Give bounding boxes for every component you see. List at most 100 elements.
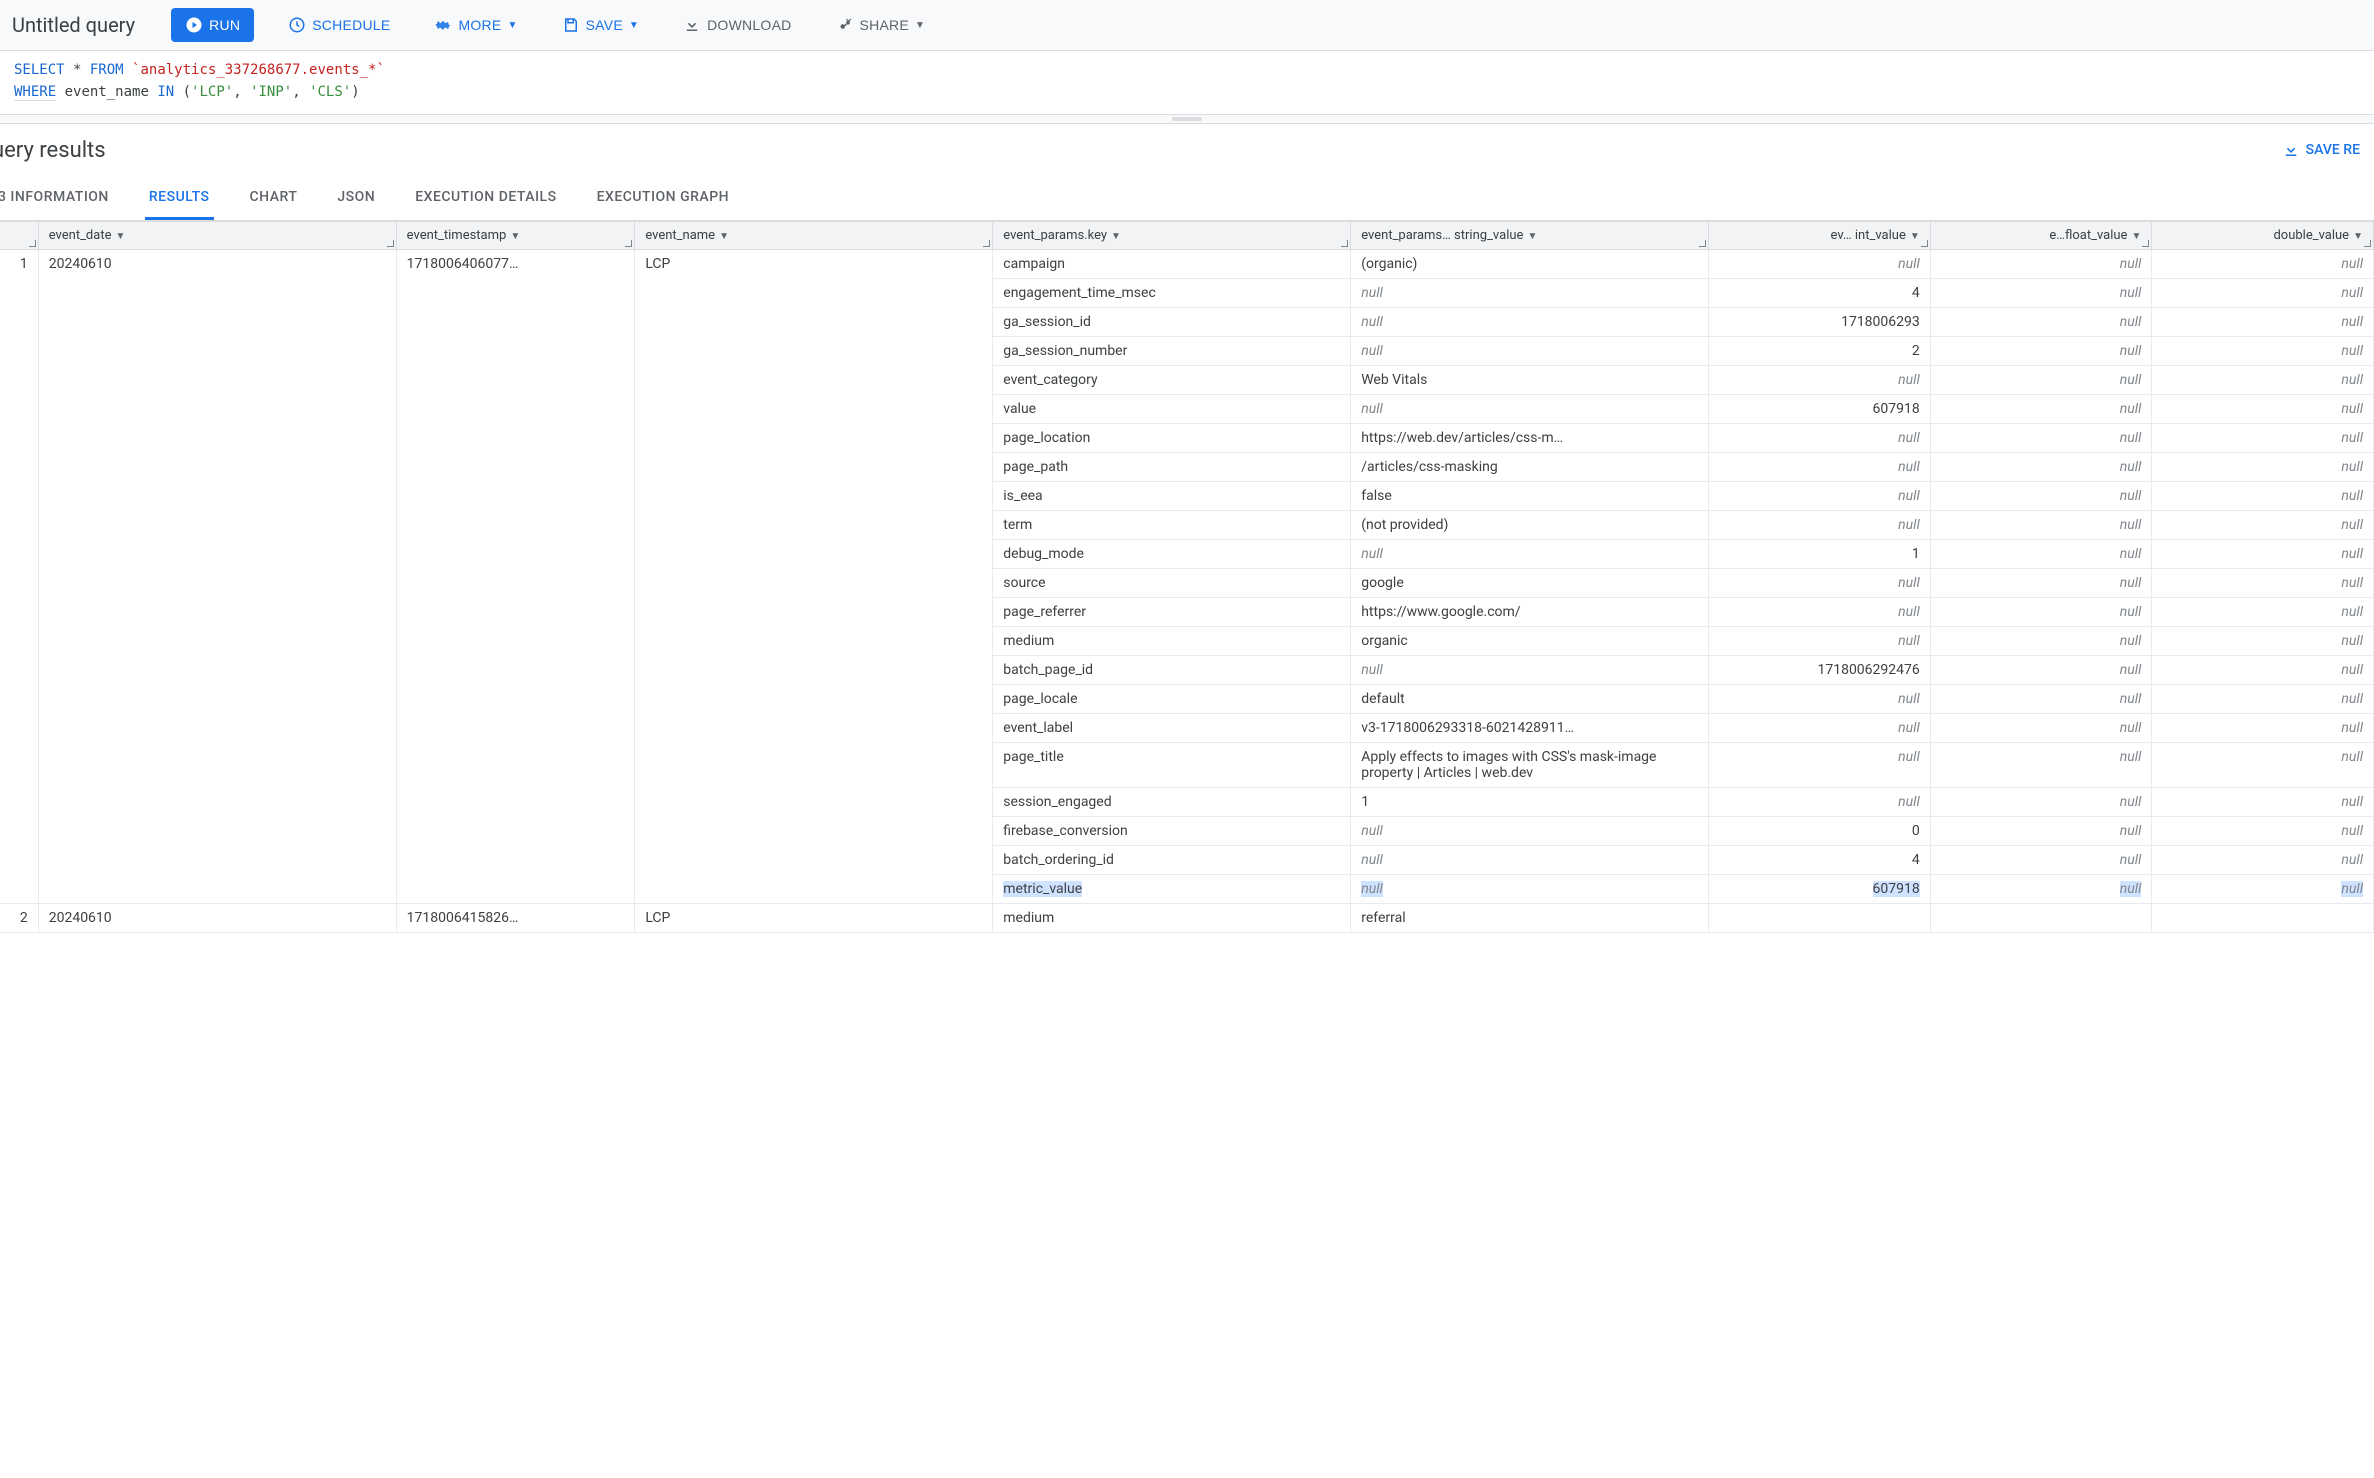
table-cell[interactable]: page_location xyxy=(993,423,1351,452)
table-cell[interactable]: default xyxy=(1351,684,1709,713)
table-cell[interactable]: page_locale xyxy=(993,684,1351,713)
table-cell[interactable]: null xyxy=(1930,394,2152,423)
table-cell[interactable]: medium xyxy=(993,903,1351,932)
table-cell[interactable]: page_title xyxy=(993,742,1351,787)
column-menu-icon[interactable]: ▼ xyxy=(1910,231,1920,242)
table-cell[interactable]: batch_page_id xyxy=(993,655,1351,684)
table-cell[interactable]: null xyxy=(1930,626,2152,655)
table-cell[interactable]: null xyxy=(2152,655,2374,684)
table-cell[interactable]: null xyxy=(1930,655,2152,684)
table-cell[interactable]: null xyxy=(1930,510,2152,539)
table-cell[interactable]: null xyxy=(1709,452,1931,481)
run-button[interactable]: RUN xyxy=(171,8,254,42)
table-cell[interactable]: /articles/css-masking xyxy=(1351,452,1709,481)
table-cell[interactable]: debug_mode xyxy=(993,539,1351,568)
table-cell[interactable]: engagement_time_msec xyxy=(993,278,1351,307)
table-cell[interactable]: https://web.dev/articles/css-m… xyxy=(1351,423,1709,452)
table-cell[interactable]: null xyxy=(2152,278,2374,307)
table-cell[interactable] xyxy=(2152,903,2374,932)
table-cell[interactable]: false xyxy=(1351,481,1709,510)
table-cell[interactable]: null xyxy=(1351,336,1709,365)
table-cell[interactable]: null xyxy=(1930,365,2152,394)
table-cell[interactable]: event_label xyxy=(993,713,1351,742)
table-cell[interactable]: organic xyxy=(1351,626,1709,655)
save-button[interactable]: SAVE ▼ xyxy=(552,10,649,40)
table-cell[interactable]: null xyxy=(1351,845,1709,874)
table-cell[interactable]: null xyxy=(1709,481,1931,510)
table-cell[interactable]: Apply effects to images with CSS's mask-… xyxy=(1351,742,1709,787)
table-cell[interactable]: null xyxy=(1709,597,1931,626)
col-event-date[interactable]: event_date▼ xyxy=(38,221,396,249)
column-menu-icon[interactable]: ▼ xyxy=(1527,231,1537,242)
column-menu-icon[interactable]: ▼ xyxy=(115,231,125,242)
table-cell[interactable]: null xyxy=(1930,568,2152,597)
table-cell[interactable]: null xyxy=(1930,684,2152,713)
tab-results[interactable]: RESULTS xyxy=(145,177,214,220)
table-cell[interactable]: null xyxy=(1351,816,1709,845)
table-cell[interactable]: ga_session_number xyxy=(993,336,1351,365)
table-cell[interactable]: null xyxy=(2152,365,2374,394)
table-cell[interactable]: null xyxy=(2152,394,2374,423)
table-cell[interactable]: null xyxy=(1709,684,1931,713)
table-cell[interactable]: null xyxy=(2152,249,2374,278)
table-cell[interactable]: campaign xyxy=(993,249,1351,278)
table-cell[interactable]: null xyxy=(1930,597,2152,626)
table-cell[interactable]: firebase_conversion xyxy=(993,816,1351,845)
table-cell[interactable]: 0 xyxy=(1709,816,1931,845)
table-cell[interactable]: null xyxy=(2152,481,2374,510)
table-cell[interactable]: google xyxy=(1351,568,1709,597)
download-button[interactable]: DOWNLOAD xyxy=(673,10,801,40)
table-cell[interactable]: null xyxy=(1930,452,2152,481)
table-cell[interactable]: null xyxy=(2152,336,2374,365)
table-cell[interactable]: 1 xyxy=(1709,539,1931,568)
table-cell[interactable]: null xyxy=(2152,510,2374,539)
table-cell[interactable]: 4 xyxy=(1709,278,1931,307)
table-cell[interactable]: null xyxy=(1709,742,1931,787)
table-cell[interactable]: null xyxy=(1709,787,1931,816)
table-cell[interactable]: null xyxy=(1351,874,1709,903)
table-cell[interactable]: null xyxy=(2152,568,2374,597)
table-cell[interactable]: null xyxy=(1930,423,2152,452)
table-cell[interactable]: null xyxy=(2152,684,2374,713)
table-cell[interactable]: is_eea xyxy=(993,481,1351,510)
table-cell[interactable]: source xyxy=(993,568,1351,597)
table-cell[interactable]: 1718006406077… xyxy=(396,249,635,903)
table-cell[interactable]: null xyxy=(1930,539,2152,568)
table-cell[interactable]: null xyxy=(2152,626,2374,655)
table-cell[interactable]: null xyxy=(1930,787,2152,816)
table-cell[interactable]: 1718006293 xyxy=(1709,307,1931,336)
table-cell[interactable] xyxy=(1709,903,1931,932)
table-cell[interactable]: event_category xyxy=(993,365,1351,394)
table-cell[interactable]: null xyxy=(1930,481,2152,510)
sql-editor[interactable]: SELECT * FROM `analytics_337268677.event… xyxy=(0,51,2374,115)
table-cell[interactable]: 1 xyxy=(1351,787,1709,816)
table-cell[interactable]: (not provided) xyxy=(1351,510,1709,539)
more-button[interactable]: MORE ▼ xyxy=(424,10,527,40)
col-double-value[interactable]: double_value▼ xyxy=(2152,221,2374,249)
col-int-value[interactable]: ev… int_value▼ xyxy=(1709,221,1931,249)
table-cell[interactable]: 607918 xyxy=(1709,394,1931,423)
table-cell[interactable]: batch_ordering_id xyxy=(993,845,1351,874)
table-cell[interactable]: null xyxy=(1351,307,1709,336)
table-cell[interactable]: null xyxy=(2152,742,2374,787)
table-cell[interactable]: null xyxy=(2152,423,2374,452)
tab-execution-details[interactable]: EXECUTION DETAILS xyxy=(411,177,560,220)
panel-resize-handle[interactable] xyxy=(0,115,2374,124)
table-cell[interactable]: null xyxy=(2152,713,2374,742)
table-cell[interactable]: null xyxy=(2152,874,2374,903)
column-menu-icon[interactable]: ▼ xyxy=(510,231,520,242)
table-cell[interactable]: referral xyxy=(1351,903,1709,932)
table-cell[interactable]: null xyxy=(1709,423,1931,452)
table-cell[interactable]: null xyxy=(1709,510,1931,539)
table-cell[interactable]: medium xyxy=(993,626,1351,655)
table-cell[interactable]: null xyxy=(2152,816,2374,845)
table-cell[interactable]: null xyxy=(2152,452,2374,481)
table-cell[interactable]: (organic) xyxy=(1351,249,1709,278)
table-cell[interactable]: 4 xyxy=(1709,845,1931,874)
table-cell[interactable]: term xyxy=(993,510,1351,539)
table-cell[interactable]: 20240610 xyxy=(38,903,396,932)
table-cell[interactable]: page_referrer xyxy=(993,597,1351,626)
column-menu-icon[interactable]: ▼ xyxy=(2353,231,2363,242)
table-cell[interactable]: 1718006292476 xyxy=(1709,655,1931,684)
table-cell[interactable]: null xyxy=(1709,713,1931,742)
